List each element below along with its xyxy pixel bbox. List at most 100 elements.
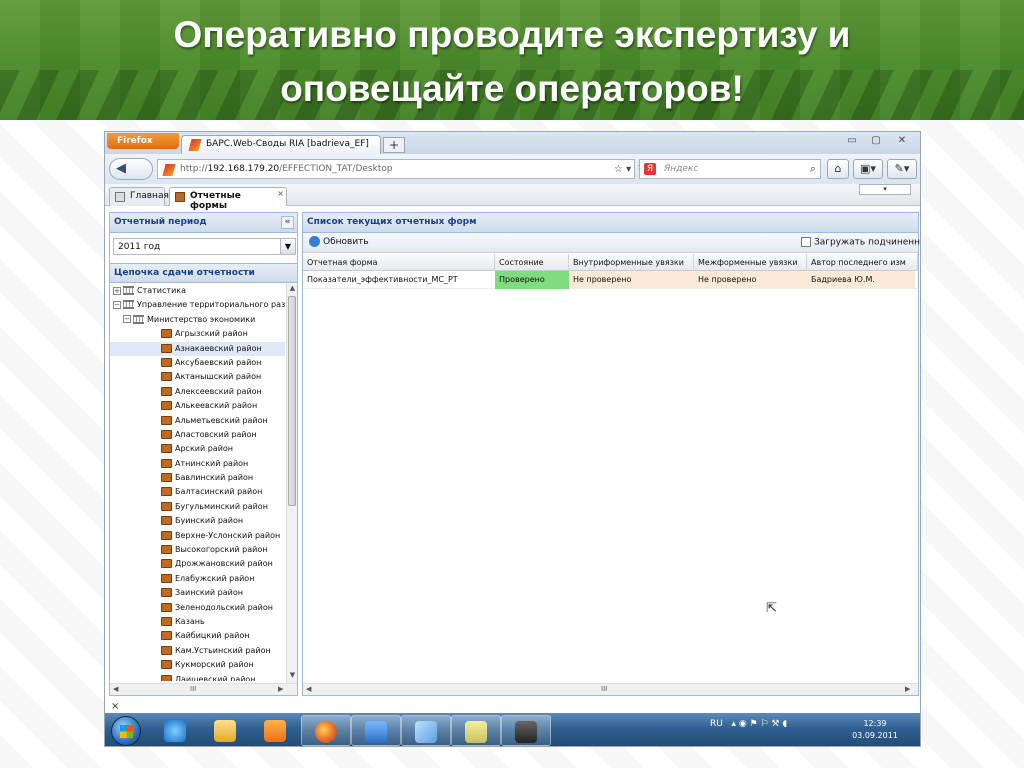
language-indicator[interactable]: RU	[710, 719, 723, 729]
tree-node[interactable]: Заинский район	[110, 586, 285, 600]
clock[interactable]: 12:39 03.09.2011	[845, 718, 905, 742]
back-button[interactable]: ◀	[109, 158, 153, 180]
tree-node[interactable]: Буинский район	[110, 514, 285, 528]
tree-node[interactable]: Кайбицкий район	[110, 629, 285, 643]
tree-node[interactable]: Бугульминский район	[110, 500, 285, 514]
tree-node[interactable]: Елабужский район	[110, 572, 285, 586]
close-window-button[interactable]: ✕	[891, 134, 913, 148]
status-close-icon[interactable]: ×	[111, 701, 119, 712]
col-header-inter[interactable]: Межформенные увязки	[694, 254, 807, 271]
briefcase-icon	[161, 444, 172, 454]
scrollbar-thumb[interactable]	[288, 296, 296, 506]
tree-node[interactable]: Лаишевский район	[110, 673, 285, 681]
slide-banner: Оперативно проводите экспертизу и оповещ…	[0, 0, 1024, 120]
tab-home[interactable]: Главная	[109, 187, 169, 206]
scroll-right-icon[interactable]: ▶	[905, 685, 910, 693]
tree-node[interactable]: − Управление территориального разв	[110, 298, 285, 312]
tree-node[interactable]: Арский район	[110, 442, 285, 456]
tree-node[interactable]: Дрожжановский район	[110, 557, 285, 571]
tree-node[interactable]: Бавлинский район	[110, 471, 285, 485]
refresh-icon	[309, 236, 320, 247]
col-header-state[interactable]: Состояние	[495, 254, 569, 271]
taskbar-notes[interactable]	[451, 715, 501, 746]
scroll-left-icon[interactable]: ◀	[113, 685, 118, 693]
briefcase-icon	[161, 631, 172, 641]
col-header-author[interactable]: Автор последнего изм	[807, 254, 918, 271]
load-subordinate-checkbox[interactable]: Загружать подчиненные	[801, 237, 920, 248]
chevron-down-icon[interactable]: ▼	[280, 239, 295, 254]
app-tab-strip: Главная Отчетные формы ×	[105, 184, 920, 211]
tree-node[interactable]: Актанышский район	[110, 370, 285, 384]
tree-expander-icon[interactable]: −	[113, 300, 121, 309]
tab-report-forms[interactable]: Отчетные формы ×	[169, 187, 287, 211]
mouse-cursor-icon: ⇱	[766, 601, 777, 616]
institution-icon	[133, 314, 144, 324]
minimize-button[interactable]: ▭	[841, 134, 863, 148]
home-icon[interactable]: ⌂	[827, 159, 849, 179]
scroll-right-icon[interactable]: ▶	[278, 685, 283, 693]
tree-node[interactable]: Алексеевский район	[110, 385, 285, 399]
tree-horizontal-scrollbar[interactable]: ◀ III ▶	[110, 683, 297, 695]
favicon-icon	[188, 139, 202, 151]
bookmarks-menu-icon[interactable]: ▣▾	[853, 159, 883, 179]
taskbar-firefox[interactable]	[301, 715, 351, 746]
taskbar-media[interactable]	[251, 715, 301, 746]
briefcase-icon	[161, 343, 172, 353]
cell-author: Бадриева Ю.М.	[807, 271, 915, 289]
scroll-left-icon[interactable]: ◀	[306, 685, 311, 693]
tree-node[interactable]: Кам.Устьинский район	[110, 644, 285, 658]
tree-node[interactable]: Агрызский район	[110, 327, 285, 341]
tree-node[interactable]: Кукморский район	[110, 658, 285, 672]
tree-node[interactable]: Алькеевский район	[110, 399, 285, 413]
tray-icons[interactable]: ▴ ◉ ⚑ ⚐ ⚒ ◖	[726, 719, 787, 729]
report-forms-tab-icon	[175, 192, 185, 202]
tree-node[interactable]: Азнакаевский район	[110, 341, 285, 356]
search-icon[interactable]: ⌕	[810, 162, 816, 176]
tree-node[interactable]: Казань	[110, 615, 285, 629]
start-button[interactable]	[111, 716, 141, 746]
taskbar-power[interactable]	[351, 715, 401, 746]
col-header-form[interactable]: Отчетная форма	[303, 254, 495, 271]
tree-node[interactable]: Балтасинский район	[110, 485, 285, 499]
col-header-intra[interactable]: Внутриформенные увязки	[569, 254, 694, 271]
tree-node[interactable]: − Министерство экономики	[110, 313, 285, 327]
table-row[interactable]: Показатели_эффективности_МС_РТ Проверено…	[303, 271, 918, 289]
briefcase-icon	[161, 429, 172, 439]
briefcase-icon	[161, 415, 172, 425]
collapse-panel-icon[interactable]: «	[281, 216, 294, 229]
tree-expander-icon[interactable]: −	[123, 315, 131, 324]
taskbar-recorder[interactable]	[501, 715, 551, 746]
forms-panel-header: Список текущих отчетных форм	[303, 213, 918, 233]
period-title: Отчетный период	[114, 217, 207, 227]
close-tab-icon[interactable]: ×	[277, 189, 284, 198]
tree-node[interactable]: Альметьевский район	[110, 414, 285, 428]
period-select[interactable]: 2011 год ▼	[113, 238, 296, 255]
briefcase-icon	[161, 473, 172, 483]
taskbar-ie[interactable]	[151, 715, 201, 746]
tree-node[interactable]: Атнинский район	[110, 457, 285, 471]
browser-tab[interactable]: БАРС.Web-Своды RIA [badrieva_EF]	[181, 135, 381, 154]
tree-node[interactable]: Апастовский район	[110, 428, 285, 442]
new-tab-button[interactable]: +	[383, 137, 405, 153]
chevron-down-icon[interactable]: ▾	[859, 184, 911, 195]
tree-node[interactable]: + Статистика	[110, 284, 285, 298]
grid-horizontal-scrollbar[interactable]: ◀ III ▶	[303, 683, 918, 695]
refresh-button[interactable]: Обновить	[309, 236, 369, 247]
maximize-button[interactable]: ▢	[865, 134, 887, 148]
clock-time: 12:39	[863, 719, 887, 728]
scroll-up-icon[interactable]: ▲	[287, 284, 298, 292]
taskbar-network[interactable]	[401, 715, 451, 746]
taskbar-explorer[interactable]	[201, 715, 251, 746]
tree-vertical-scrollbar[interactable]: ▲ ▼	[286, 284, 297, 684]
firefox-menu-button[interactable]: Firefox	[107, 133, 179, 149]
tree-node[interactable]: Зеленодольский район	[110, 601, 285, 615]
tree-node[interactable]: Аксубаевский район	[110, 356, 285, 370]
addons-icon[interactable]: ✎▾	[887, 159, 917, 179]
tree-node[interactable]: Высокогорский район	[110, 543, 285, 557]
tree-node[interactable]: Верхне-Услонский район	[110, 529, 285, 543]
search-box[interactable]: Я Яндекс ⌕	[639, 159, 821, 179]
address-bar[interactable]: http://192.168.179.20/EFFECTION_TAT/Desk…	[157, 159, 646, 179]
briefcase-icon	[161, 660, 172, 670]
scroll-down-icon[interactable]: ▼	[287, 671, 298, 679]
tree-expander-icon[interactable]: +	[113, 286, 121, 295]
